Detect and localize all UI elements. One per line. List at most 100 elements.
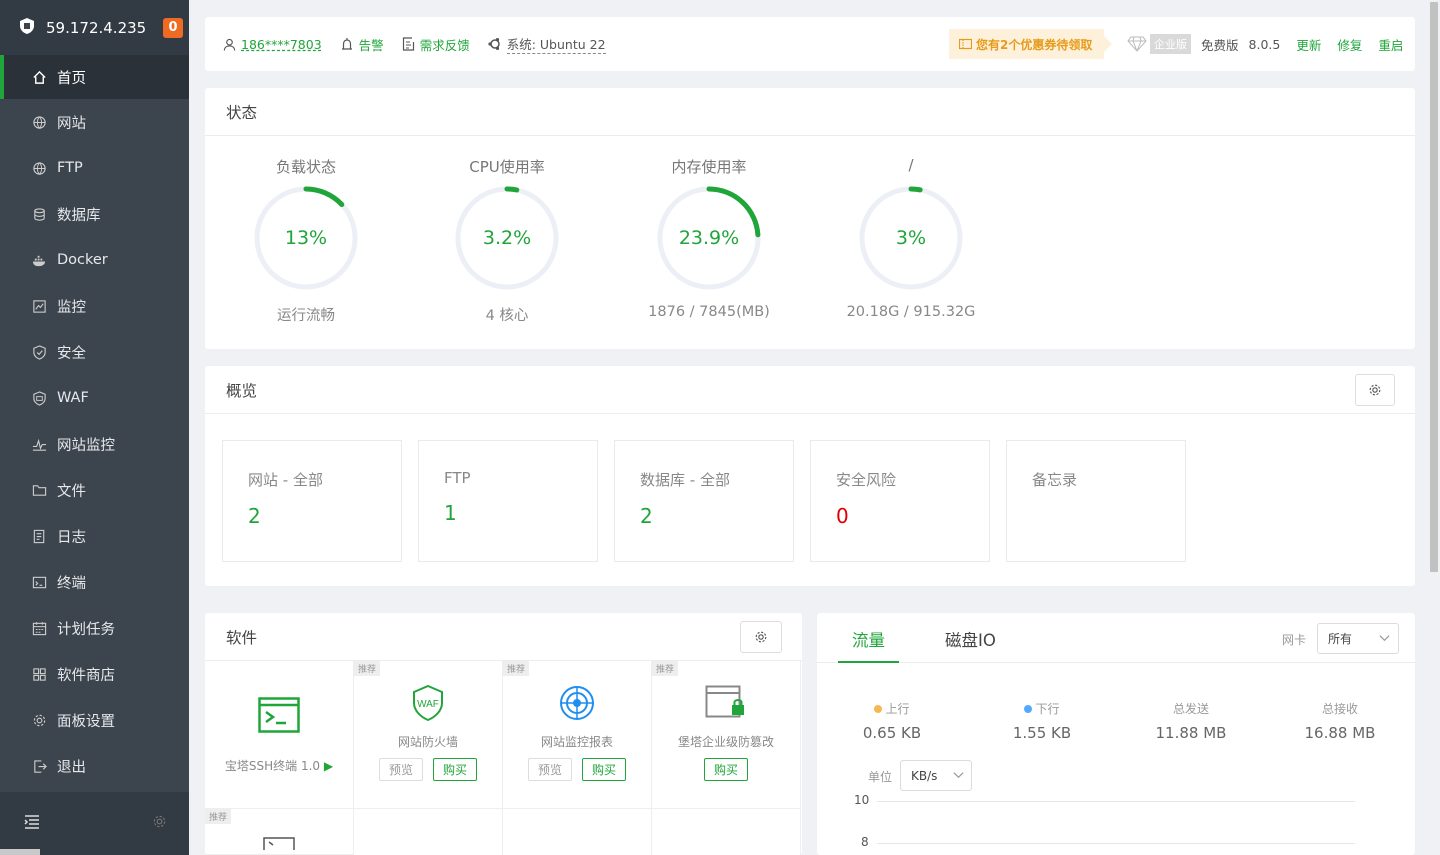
software-settings-button[interactable] <box>740 621 782 653</box>
footer-gear-icon[interactable] <box>152 814 167 833</box>
calendar-icon <box>31 620 47 636</box>
play-icon[interactable]: ▶ <box>324 759 333 773</box>
unit-select[interactable]: KB/s <box>900 760 972 791</box>
traffic-panel: 流量 磁盘IO 网卡 所有 上行 0.65 KB 下行 1.55 KB 总发送 … <box>817 613 1415 855</box>
sidebar-item-label: 日志 <box>57 529 86 546</box>
user-account[interactable]: 186****7803 <box>223 37 322 52</box>
gear-icon <box>31 712 47 728</box>
home-icon <box>31 69 47 85</box>
preview-button[interactable]: 预览 <box>378 758 423 781</box>
enterprise-tag[interactable]: 企业版 <box>1150 34 1191 54</box>
sidebar-item-terminal[interactable]: 终端 <box>0 559 189 605</box>
sidebar-item-security[interactable]: 安全 <box>0 329 189 375</box>
tab-disk-io[interactable]: 磁盘IO <box>945 627 996 651</box>
sidebar-item-label: 计划任务 <box>57 621 115 638</box>
overview-label: 安全风险 <box>836 471 897 489</box>
sidebar-item-logs[interactable]: 日志 <box>0 513 189 559</box>
software-item-empty <box>652 809 801 855</box>
vertical-scrollbar[interactable] <box>1428 0 1440 855</box>
coupon-icon <box>959 38 972 50</box>
sidebar-item-store[interactable]: 软件商店 <box>0 651 189 697</box>
sidebar-item-ftp[interactable]: FTP <box>0 145 189 191</box>
sidebar-item-label: 安全 <box>57 345 86 362</box>
gauge-value: 23.9% <box>678 227 740 249</box>
tab-traffic[interactable]: 流量 <box>838 627 899 663</box>
feedback-link[interactable]: 需求反馈 <box>402 35 470 54</box>
stat-value: 0.65 KB <box>862 724 922 742</box>
sidebar-item-waf[interactable]: WAF <box>0 375 189 421</box>
shield-icon <box>31 344 47 360</box>
overview-ftp[interactable]: FTP 1 <box>418 440 598 562</box>
load-gauge[interactable]: 负载状态 13% 运行流畅 <box>206 156 406 325</box>
gauge-value: 13% <box>284 227 328 249</box>
user-phone: 186****7803 <box>241 36 322 52</box>
sidebar-item-label: 退出 <box>57 759 86 776</box>
sidebar-item-site-monitor[interactable]: 网站监控 <box>0 421 189 467</box>
scrollbar-thumb[interactable] <box>1430 2 1438 572</box>
software-item-ssh-terminal[interactable]: 宝塔SSH终端 1.0 ▶ <box>205 661 354 809</box>
sidebar-item-docker[interactable]: Docker <box>0 237 189 283</box>
coupon-banner[interactable]: 您有2个优惠券待领取 <box>949 29 1113 59</box>
buy-button[interactable]: 购买 <box>433 758 478 781</box>
stat-label-text: 下行 <box>1035 702 1060 716</box>
grid-icon <box>31 666 47 682</box>
buy-button[interactable]: 购买 <box>703 758 748 781</box>
update-link[interactable]: 更新 <box>1296 35 1321 54</box>
nic-select[interactable]: 所有 <box>1317 623 1399 654</box>
horizontal-scrollbar[interactable] <box>0 849 40 855</box>
sidebar-item-database[interactable]: 数据库 <box>0 191 189 237</box>
message-count-badge[interactable]: 0 <box>163 18 183 38</box>
overview-websites[interactable]: 网站 - 全部 2 <box>222 440 402 562</box>
terminal-icon <box>31 574 47 590</box>
sidebar-item-cron[interactable]: 计划任务 <box>0 605 189 651</box>
overview-memo[interactable]: 备忘录 <box>1006 440 1186 562</box>
sidebar-item-logout[interactable]: 退出 <box>0 743 189 789</box>
sidebar-item-monitor[interactable]: 监控 <box>0 283 189 329</box>
sidebar-item-website[interactable]: 网站 <box>0 99 189 145</box>
edition-label: 免费版 <box>1201 37 1239 53</box>
ubuntu-icon <box>488 37 502 51</box>
software-item-next[interactable]: 推荐 <box>205 809 354 855</box>
system-label: 系统: Ubuntu 22 <box>506 34 606 54</box>
software-name: 堡塔企业级防篡改 <box>677 735 774 749</box>
software-item-site-monitor-report[interactable]: 推荐 网站监控报表 预览 购买 <box>503 661 652 809</box>
gauge-ring: 13% <box>252 184 360 292</box>
sidebar-header: 59.172.4.235 0 <box>0 0 189 55</box>
cpu-gauge[interactable]: CPU使用率 3.2% 4 核心 <box>407 156 607 325</box>
overview-title: 概览 <box>205 366 1415 414</box>
restart-link[interactable]: 重启 <box>1378 35 1403 54</box>
collapse-menu-icon[interactable] <box>24 814 40 833</box>
feedback-label: 需求反馈 <box>419 37 470 53</box>
sidebar-item-settings[interactable]: 面板设置 <box>0 697 189 743</box>
user-icon <box>223 38 236 51</box>
overview-security-risk[interactable]: 安全风险 0 <box>810 440 990 562</box>
recommend-tag: 推荐 <box>354 661 381 676</box>
software-actions: 购买 <box>652 758 800 781</box>
server-shield-icon <box>18 17 36 39</box>
stat-label: 总发送 <box>1172 702 1209 716</box>
status-panel: 状态 负载状态 13% 运行流畅 CPU使用率 3.2% 4 核心 内存使用率 … <box>205 88 1415 349</box>
software-item-tamper-proof[interactable]: 推荐 堡塔企业级防篡改 购买 <box>652 661 801 809</box>
disk-gauge[interactable]: / 3% 20.18G / 915.32G <box>811 156 1011 320</box>
overview-settings-button[interactable] <box>1355 374 1395 406</box>
software-item-waf[interactable]: 推荐 WAF 网站防火墙 预览 购买 <box>354 661 503 809</box>
preview-button[interactable]: 预览 <box>527 758 572 781</box>
sidebar-item-home[interactable]: 首页 <box>0 55 189 99</box>
log-icon <box>31 528 47 544</box>
download-legend-dot <box>1024 705 1033 713</box>
server-ip: 59.172.4.235 <box>46 18 147 37</box>
ssh-terminal-icon <box>205 697 353 737</box>
version-info: 企业版 免费版 8.0.5 更新 修复 重启 <box>1127 17 1403 71</box>
traffic-tabs: 流量 磁盘IO 网卡 所有 <box>817 613 1415 663</box>
diamond-icon <box>1127 36 1147 52</box>
sidebar-item-files[interactable]: 文件 <box>0 467 189 513</box>
software-item-empty <box>354 809 503 855</box>
alarm-link[interactable]: 告警 <box>340 35 384 54</box>
overview-value: 0 <box>836 504 849 528</box>
buy-button[interactable]: 购买 <box>582 758 627 781</box>
memory-gauge[interactable]: 内存使用率 23.9% 1876 / 7845(MB) <box>609 156 809 320</box>
repair-link[interactable]: 修复 <box>1337 35 1362 54</box>
grid-line <box>877 801 1355 802</box>
overview-databases[interactable]: 数据库 - 全部 2 <box>614 440 794 562</box>
sidebar-item-label: 终端 <box>57 575 86 592</box>
